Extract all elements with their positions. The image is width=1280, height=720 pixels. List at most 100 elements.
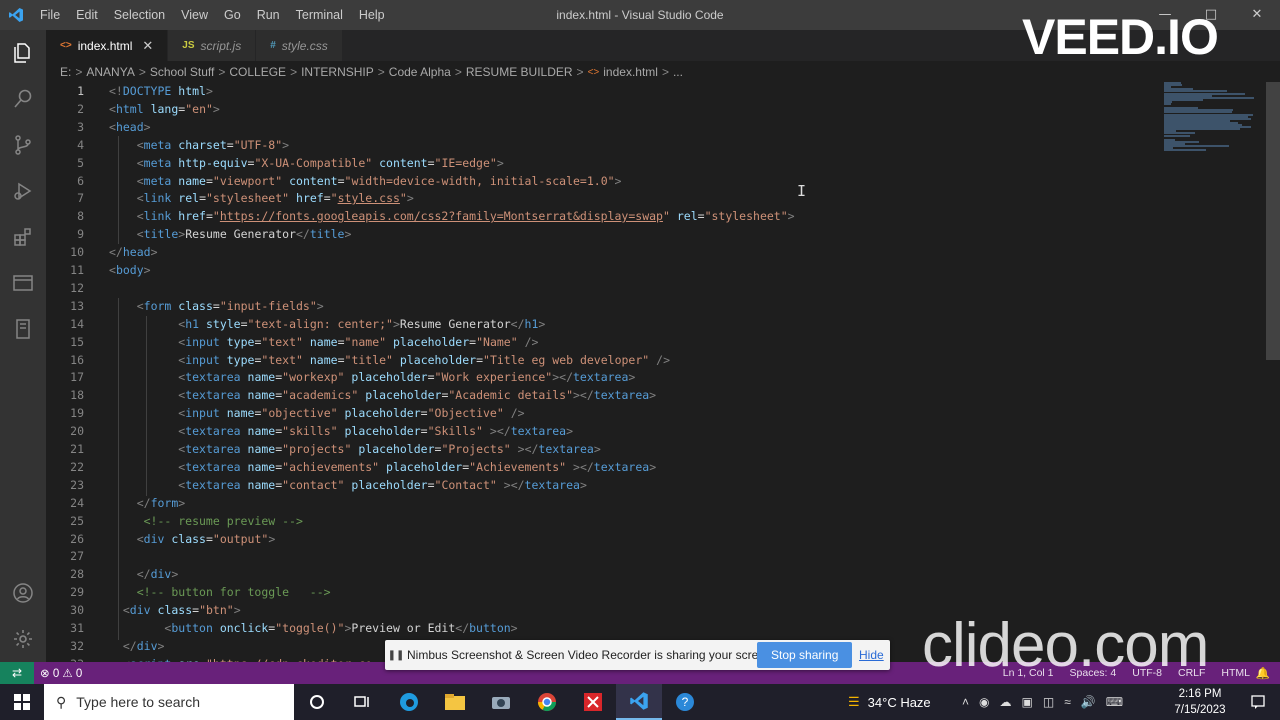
code-line[interactable]: 25 <!-- resume preview -->: [46, 512, 1266, 530]
code-line[interactable]: 16 <input type="text" name="title" place…: [46, 351, 1266, 369]
tray-camera-icon[interactable]: ▣: [1022, 695, 1033, 709]
code-text: <html lang="en">: [109, 100, 220, 118]
code-line[interactable]: 18 <textarea name="academics" placeholde…: [46, 386, 1266, 404]
tray-wifi-icon[interactable]: ≈: [1064, 695, 1071, 709]
code-line[interactable]: 8 <link href="https://fonts.googleapis.c…: [46, 207, 1266, 225]
camera-icon[interactable]: [478, 684, 524, 720]
menu-item-file[interactable]: File: [32, 0, 68, 30]
code-line[interactable]: 7 <link rel="stylesheet" href="style.css…: [46, 189, 1266, 207]
code-line[interactable]: 19 <input name="objective" placeholder="…: [46, 404, 1266, 422]
tray-cloud-icon[interactable]: ☁: [1000, 695, 1012, 709]
search-icon[interactable]: [0, 76, 46, 122]
menu-item-edit[interactable]: Edit: [68, 0, 106, 30]
code-line[interactable]: 12: [46, 279, 1266, 297]
code-line[interactable]: 5 <meta http-equiv = "X-UA-Compatible" con…: [46, 154, 1266, 172]
task-view-icon[interactable]: [340, 684, 386, 720]
breadcrumb-item[interactable]: ...: [673, 65, 683, 79]
remote-indicator-icon[interactable]: ⇄: [0, 662, 34, 684]
line-number: 25: [70, 513, 84, 528]
breadcrumb-item[interactable]: RESUME BUILDER: [466, 65, 573, 79]
weather-widget[interactable]: ☰ 34°C Haze: [848, 684, 931, 720]
line-number: 5: [77, 155, 84, 170]
tray-chevron-up-icon[interactable]: ˄: [962, 695, 969, 709]
code-line[interactable]: 15 <input type="text" name="name" placeh…: [46, 333, 1266, 351]
explorer-icon[interactable]: [0, 30, 46, 76]
menu-item-view[interactable]: View: [173, 0, 216, 30]
breadcrumb-item[interactable]: Code Alpha: [389, 65, 451, 79]
menu-item-terminal[interactable]: Terminal: [288, 0, 351, 30]
settings-gear-icon[interactable]: [0, 616, 46, 662]
taskbar-search-box[interactable]: ⚲ Type here to search: [44, 684, 294, 720]
minimap[interactable]: [1160, 82, 1260, 152]
windows-start-icon[interactable]: [0, 684, 44, 720]
code-line[interactable]: 9 <title>Resume Generator</title>: [46, 225, 1266, 243]
tab-close-icon[interactable]: ✕: [142, 38, 153, 54]
close-window-icon[interactable]: ✕: [1234, 0, 1280, 30]
code-line[interactable]: 13 <form class="input-fields">: [46, 297, 1266, 315]
code-line[interactable]: 6 <meta name="viewport" content="width=d…: [46, 172, 1266, 190]
code-line[interactable]: 10 </head>: [46, 243, 1266, 261]
code-line[interactable]: 14 <h1 style="text-align: center;">Resum…: [46, 315, 1266, 333]
problems-indicator[interactable]: ⊗ 0 ⚠ 0: [40, 666, 82, 680]
code-line[interactable]: 4 <meta charset="UTF-8">: [46, 136, 1266, 154]
run-debug-icon[interactable]: [0, 168, 46, 214]
code-line[interactable]: 23 <textarea name="contact" placeholder=…: [46, 476, 1266, 494]
breadcrumb-item[interactable]: INTERNSHIP: [301, 65, 374, 79]
breadcrumb-item[interactable]: index.html: [603, 65, 658, 79]
veed-watermark: VEED.IO: [1022, 9, 1219, 65]
tray-language-icon[interactable]: ⌨: [1106, 695, 1123, 709]
account-icon[interactable]: [0, 570, 46, 616]
code-line[interactable]: 1 <!DOCTYPE html>: [46, 82, 1266, 100]
book-icon[interactable]: [0, 306, 46, 352]
code-line[interactable]: 27: [46, 547, 1266, 565]
code-line[interactable]: 28 </div>: [46, 565, 1266, 583]
code-line[interactable]: 21 <textarea name="projects" placeholder…: [46, 440, 1266, 458]
breadcrumb-item[interactable]: E:: [60, 65, 71, 79]
menu-item-go[interactable]: Go: [216, 0, 249, 30]
code-line[interactable]: 17 <textarea name="workexp" placeholder=…: [46, 368, 1266, 386]
code-line[interactable]: 26 <div class="output">: [46, 530, 1266, 548]
stop-sharing-button[interactable]: Stop sharing: [757, 642, 853, 668]
tab-index-html[interactable]: <> index.html ✕: [46, 30, 169, 61]
breadcrumb-item[interactable]: COLLEGE: [229, 65, 286, 79]
status-item[interactable]: HTML: [1221, 667, 1250, 679]
vscode-taskbar-icon[interactable]: [616, 684, 662, 720]
breadcrumb-item[interactable]: ANANYA: [86, 65, 134, 79]
menu-item-help[interactable]: Help: [351, 0, 393, 30]
tray-record-icon[interactable]: ◉: [979, 695, 989, 709]
tray-volume-icon[interactable]: 🔊: [1081, 695, 1096, 709]
code-line[interactable]: 20 <textarea name="skills" placeholder="…: [46, 422, 1266, 440]
xampp-icon[interactable]: [570, 684, 616, 720]
hide-share-bar-link[interactable]: Hide: [859, 640, 884, 670]
menu-item-selection[interactable]: Selection: [106, 0, 173, 30]
code-line[interactable]: 29 <!-- button for toggle -->: [46, 583, 1266, 601]
taskbar-clock[interactable]: 2:16 PM 7/15/2023: [1168, 686, 1232, 718]
file-explorer-icon[interactable]: [432, 684, 478, 720]
code-line[interactable]: 24 </form>: [46, 494, 1266, 512]
action-center-icon[interactable]: [1240, 684, 1276, 720]
code-line[interactable]: 3 <head>: [46, 118, 1266, 136]
code-line[interactable]: 22 <textarea name="achievements" placeho…: [46, 458, 1266, 476]
code-text: <body>: [109, 261, 151, 279]
editor-scrollbar[interactable]: [1266, 82, 1280, 360]
notifications-bell-icon[interactable]: 🔔: [1256, 666, 1270, 680]
menu-item-run[interactable]: Run: [249, 0, 288, 30]
code-token: =: [697, 209, 705, 224]
code-editor[interactable]: 1 <!DOCTYPE html> 2 <html lang="en"> 3 <head>…: [46, 82, 1266, 662]
source-control-icon[interactable]: [0, 122, 46, 168]
breadcrumb-item[interactable]: School Stuff: [150, 65, 215, 79]
extensions-icon[interactable]: [0, 214, 46, 260]
edge-browser-icon[interactable]: [386, 684, 432, 720]
remote-explorer-icon[interactable]: [0, 260, 46, 306]
chrome-icon[interactable]: [524, 684, 570, 720]
tab-script-js[interactable]: JS script.js: [168, 30, 257, 61]
cortana-icon[interactable]: [294, 684, 340, 720]
help-icon[interactable]: ?: [662, 684, 708, 720]
tray-network-icon[interactable]: ◫: [1043, 695, 1054, 709]
code-line[interactable]: 2 <html lang="en">: [46, 100, 1266, 118]
code-line[interactable]: 11 <body>: [46, 261, 1266, 279]
breadcrumb-chevron-icon: >: [377, 65, 385, 79]
tab-style-css[interactable]: # style.css: [256, 30, 343, 61]
